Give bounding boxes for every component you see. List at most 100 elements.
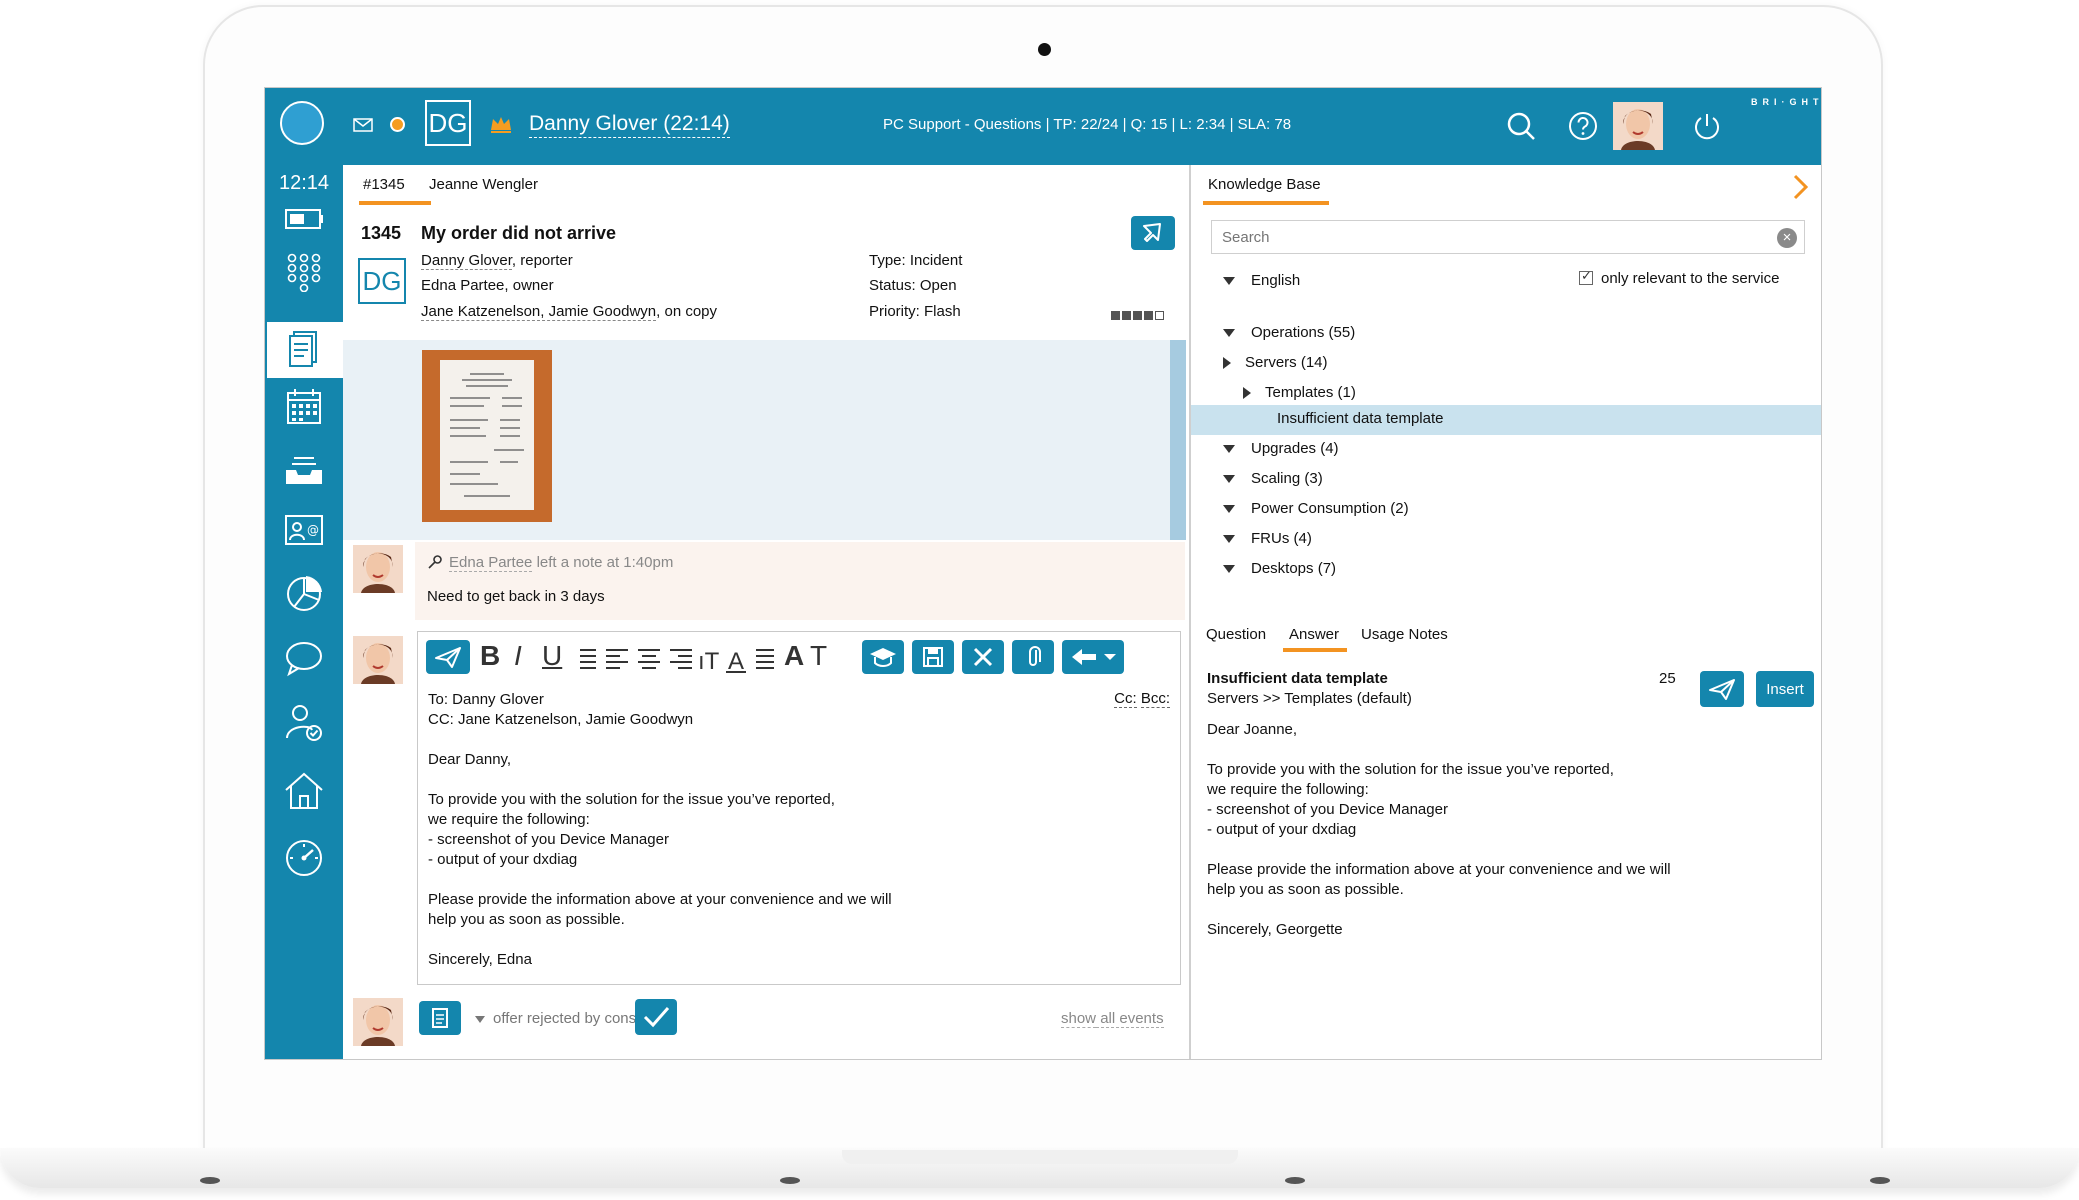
svg-text:ıT: ıT — [698, 648, 720, 674]
answer-send-button[interactable] — [1700, 671, 1744, 707]
clear-search-icon[interactable]: × — [1777, 228, 1797, 248]
reply-editor[interactable]: B I U ıT A A T Cc: Bcc: To: Danny Glover… — [417, 631, 1181, 985]
close-icon — [973, 647, 993, 667]
tree-item-desktops[interactable]: Desktops (7) — [1223, 560, 1336, 577]
chevron-down-icon — [1223, 475, 1235, 484]
show-all-events-link[interactable]: show all events — [1061, 1010, 1164, 1028]
battery-icon[interactable] — [282, 196, 326, 240]
cc-link[interactable]: Cc: — [1114, 690, 1137, 708]
owner-name[interactable]: Edna Partee — [421, 277, 504, 294]
send-icon — [1709, 679, 1735, 700]
chevron-down-icon — [1223, 565, 1235, 574]
chat-icon[interactable] — [282, 636, 326, 680]
mail-icon[interactable] — [353, 118, 373, 132]
send-button[interactable] — [426, 640, 470, 674]
tab-underline — [359, 201, 431, 205]
attach-button[interactable] — [1012, 640, 1054, 674]
document-icon[interactable] — [282, 328, 326, 372]
events-bar: offer rejected by consumer show all even… — [343, 993, 1177, 1059]
tab-customer[interactable]: Jeanne Wengler — [429, 176, 538, 193]
font-size-button[interactable]: A — [784, 640, 804, 672]
kb-search-input[interactable] — [1211, 220, 1805, 254]
gauge-icon[interactable] — [282, 836, 326, 880]
home-icon[interactable] — [282, 768, 326, 812]
power-icon[interactable] — [1691, 110, 1723, 142]
save-button[interactable] — [912, 640, 954, 674]
save-icon — [923, 647, 943, 667]
underline-button[interactable]: U — [542, 640, 562, 672]
event-document-button[interactable] — [419, 1001, 461, 1035]
email-body[interactable]: To: Danny Glover CC: Jane Katzenelson, J… — [428, 690, 892, 970]
complete-button[interactable] — [635, 999, 677, 1035]
ticket-subject: My order did not arrive — [421, 223, 617, 243]
user-check-icon[interactable] — [282, 700, 326, 744]
kb-title[interactable]: Knowledge Base — [1208, 176, 1321, 193]
agent-name-link[interactable]: Danny Glover (22:14) — [529, 112, 730, 138]
bold-button[interactable]: B — [480, 640, 500, 672]
tree-item-insufficient-data-template[interactable]: Insufficient data template — [1277, 410, 1444, 427]
ticket-type: Type: Incident — [869, 252, 963, 269]
note-header: Edna Partee left a note at 1:40pm — [427, 554, 674, 572]
tab-question[interactable]: Question — [1206, 626, 1266, 643]
text-style-button[interactable]: T — [810, 640, 827, 672]
tab-usage-notes[interactable]: Usage Notes — [1361, 626, 1448, 643]
top-bar: DG Danny Glover (22:14) PC Support - Que… — [265, 88, 1821, 165]
search-icon[interactable] — [1505, 110, 1537, 142]
language-label: English — [1251, 272, 1301, 289]
brand-logo: BRI·GHT·PAT·TERN — [1751, 97, 1821, 107]
note-meta: left a note at 1:40pm — [532, 554, 674, 571]
owner-role: , owner — [504, 277, 554, 294]
svg-text:A: A — [728, 648, 744, 674]
inbox-icon[interactable] — [282, 448, 326, 492]
agent-status-button[interactable] — [280, 101, 324, 145]
tree-item-servers[interactable]: Servers (14) — [1223, 354, 1328, 371]
laptop-foot — [1285, 1177, 1305, 1184]
italic-button[interactable]: I — [514, 640, 522, 672]
bcc-link[interactable]: Bcc: — [1140, 690, 1170, 708]
show-word[interactable]: show — [1061, 1010, 1097, 1028]
language-selector[interactable]: English — [1223, 272, 1300, 289]
paperclip-icon — [1029, 646, 1041, 666]
receipt-image[interactable] — [422, 350, 552, 522]
tree-item-power-consumption[interactable]: Power Consumption (2) — [1223, 500, 1409, 517]
document-icon — [432, 1008, 448, 1028]
discard-button[interactable] — [962, 640, 1004, 674]
answer-path: Servers >> Templates (default) — [1207, 690, 1412, 707]
answer-title: Insufficient data template — [1207, 670, 1388, 687]
copy-links[interactable]: Jane Katzenelson, Jamie Goodwyn — [421, 303, 657, 321]
dialpad-icon[interactable] — [282, 248, 326, 292]
participant-initials-badge: DG — [358, 258, 406, 304]
help-icon[interactable] — [1567, 110, 1599, 142]
chevron-right-icon[interactable] — [1792, 172, 1810, 202]
kb-template-button[interactable] — [862, 640, 904, 674]
tab-answer[interactable]: Answer — [1289, 626, 1339, 643]
only-relevant-checkbox[interactable] — [1579, 268, 1593, 285]
contact-card-icon[interactable]: @ — [282, 508, 326, 552]
pie-chart-icon[interactable] — [282, 572, 326, 616]
clock: 12:14 — [278, 172, 330, 194]
formatting-icons[interactable]: ıT A — [576, 644, 776, 674]
panel-divider — [1189, 165, 1191, 1059]
tree-item-operations[interactable]: Operations (55) — [1223, 324, 1355, 341]
pin-button[interactable] — [1131, 216, 1175, 250]
tree-item-scaling[interactable]: Scaling (3) — [1223, 470, 1323, 487]
reporter-link[interactable]: Danny Glover — [421, 252, 512, 270]
reporter-line: Danny Glover, reporter — [421, 252, 573, 270]
tree-item-templates[interactable]: Templates (1) — [1243, 384, 1356, 401]
chevron-right-icon — [1243, 387, 1251, 400]
note-card: Edna Partee left a note at 1:40pm Need t… — [415, 542, 1185, 620]
ticket-priority: Priority: Flash — [869, 303, 961, 320]
agent-initials-badge[interactable]: DG — [425, 100, 471, 146]
note-author-link[interactable]: Edna Partee — [449, 554, 533, 572]
graduation-cap-icon — [870, 648, 896, 667]
calendar-icon[interactable] — [282, 385, 326, 429]
insert-button[interactable]: Insert — [1756, 671, 1814, 707]
chevron-down-icon — [475, 1015, 485, 1023]
tree-item-upgrades[interactable]: Upgrades (4) — [1223, 440, 1339, 457]
user-avatar[interactable] — [1613, 102, 1663, 150]
tree-item-frus[interactable]: FRUs (4) — [1223, 530, 1312, 547]
tab-ticket[interactable]: #1345 — [363, 176, 405, 193]
scrollbar[interactable] — [1170, 340, 1186, 540]
only-relevant-toggle[interactable]: only relevant to the service — [1579, 268, 1779, 287]
reply-options-button[interactable] — [1062, 640, 1124, 674]
